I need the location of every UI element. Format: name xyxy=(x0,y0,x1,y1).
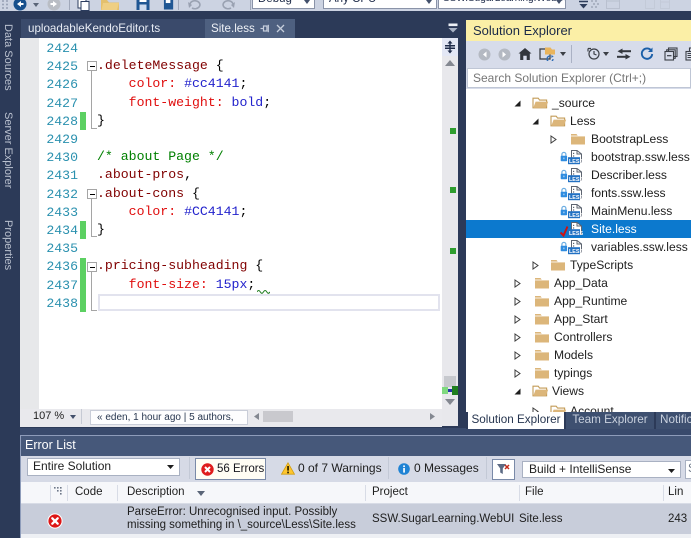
svg-text:LESS: LESS xyxy=(569,249,583,255)
svg-text:LESS: LESS xyxy=(569,231,583,237)
svg-text:LESS: LESS xyxy=(569,195,583,201)
svg-text:LESS: LESS xyxy=(569,213,583,219)
svg-text:LESS: LESS xyxy=(569,177,583,183)
svg-text:LESS: LESS xyxy=(569,159,583,165)
